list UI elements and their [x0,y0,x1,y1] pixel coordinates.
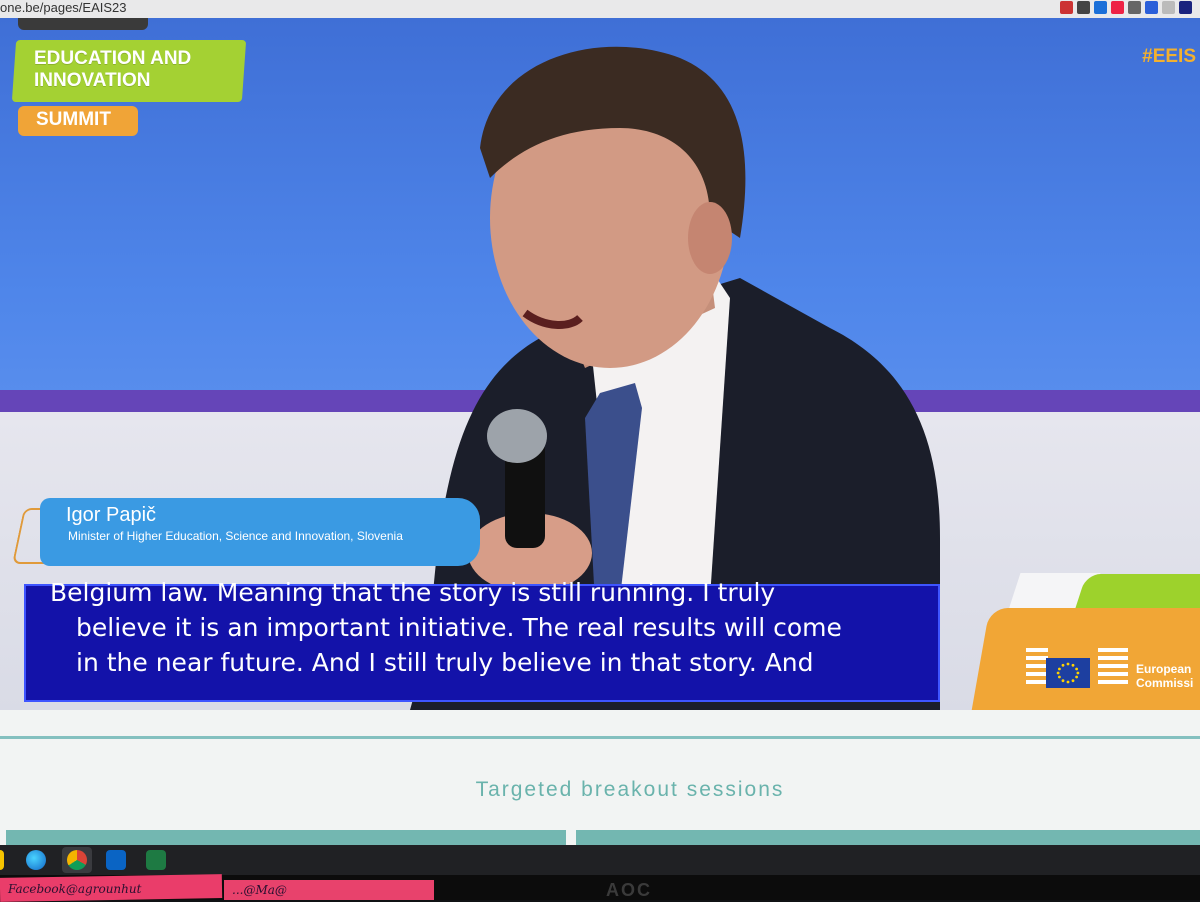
extension-icon[interactable] [1145,1,1158,14]
web-page: EDUCATION AND INNOVATION SUMMIT #EEIS Ig… [0,18,1200,845]
section-divider [0,736,1200,739]
speaker-role: Minister of Higher Education, Science an… [68,529,403,543]
subtitle-line-2: believe it is an important initiative. T… [76,613,842,642]
extension-icons [1060,1,1192,14]
sticky-note-text: ...@Ma@ [232,883,287,897]
section-title: Targeted breakout sessions [475,778,785,801]
event-logo-title: EDUCATION AND INNOVATION [34,48,192,91]
session-card[interactable] [6,830,566,845]
event-logo-summit: SUMMIT [36,109,111,130]
browser-toolbar: one.be/pages/EAIS23 [0,0,1200,19]
ec-building-icon-right [1098,648,1128,684]
chrome-icon[interactable] [67,850,87,870]
outlook-icon[interactable] [106,850,126,870]
event-logo-top [18,18,148,30]
sticky-note-text: Facebook@agrounhut [8,882,142,896]
event-hashtag: #EEIS [1142,46,1196,67]
extension-icon[interactable] [1162,1,1175,14]
subtitle-line-1: Belgium law. Meaning that the story is s… [50,578,776,607]
session-card[interactable] [576,830,1200,845]
extension-icon[interactable] [1179,1,1192,14]
taskbar [0,845,1200,875]
file-explorer-icon[interactable] [0,850,4,870]
extension-icon[interactable] [1094,1,1107,14]
address-bar-url[interactable]: one.be/pages/EAIS23 [0,0,127,16]
speaker-name: Igor Papič [66,504,157,526]
monitor-brand: AOC [606,880,652,900]
excel-icon[interactable] [146,850,166,870]
subtitle-line-3: in the near future. And I still truly be… [76,648,814,677]
ec-logo-text: European Commissi [1136,662,1194,690]
edge-icon[interactable] [26,850,46,870]
extension-icon[interactable] [1060,1,1073,14]
extension-icon[interactable] [1111,1,1124,14]
ec-building-icon [1026,648,1048,684]
video-player[interactable]: EDUCATION AND INNOVATION SUMMIT #EEIS Ig… [0,18,1200,710]
extension-icon[interactable] [1128,1,1141,14]
eu-flag-icon [1046,658,1090,688]
extension-icon[interactable] [1077,1,1090,14]
